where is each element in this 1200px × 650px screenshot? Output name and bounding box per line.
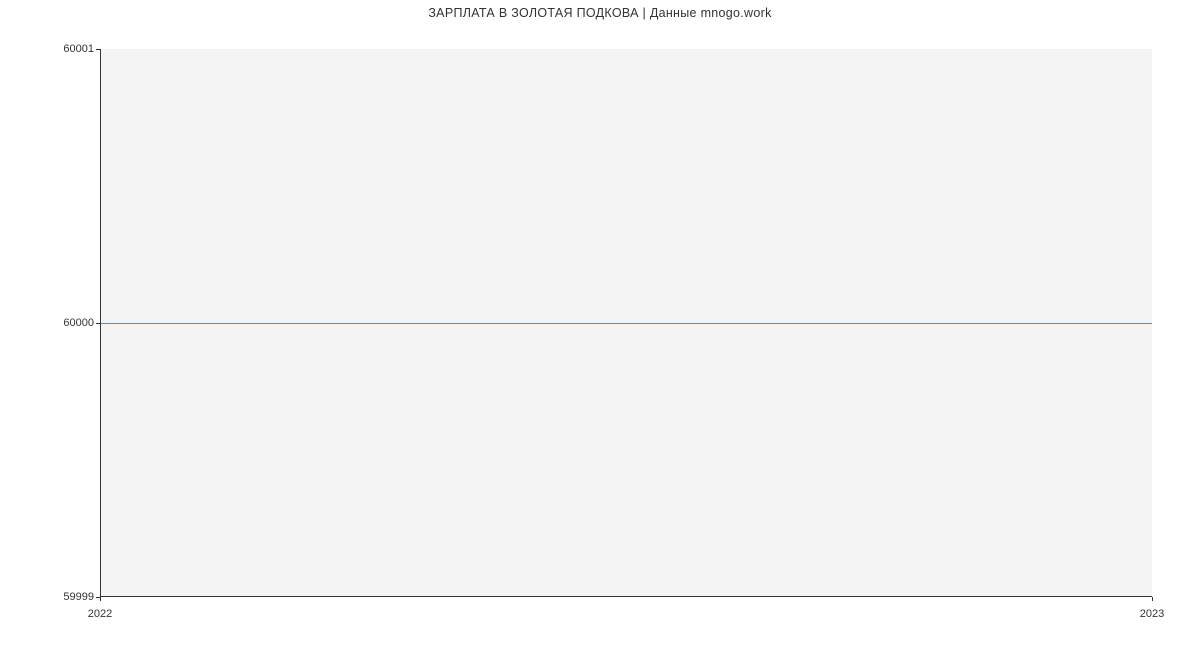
x-tick-mark — [1152, 597, 1153, 601]
x-tick-label: 2023 — [1140, 608, 1164, 620]
y-tick-mark — [96, 49, 100, 50]
y-tick-label: 59999 — [63, 591, 94, 603]
x-tick-mark — [100, 597, 101, 601]
data-line-series — [101, 323, 1152, 324]
y-tick-mark — [96, 323, 100, 324]
y-tick-label: 60001 — [63, 43, 94, 55]
y-tick-label: 60000 — [63, 317, 94, 329]
plot-area — [100, 49, 1152, 597]
chart-title: ЗАРПЛАТА В ЗОЛОТАЯ ПОДКОВА | Данные mnog… — [0, 6, 1200, 20]
x-tick-label: 2022 — [88, 608, 112, 620]
